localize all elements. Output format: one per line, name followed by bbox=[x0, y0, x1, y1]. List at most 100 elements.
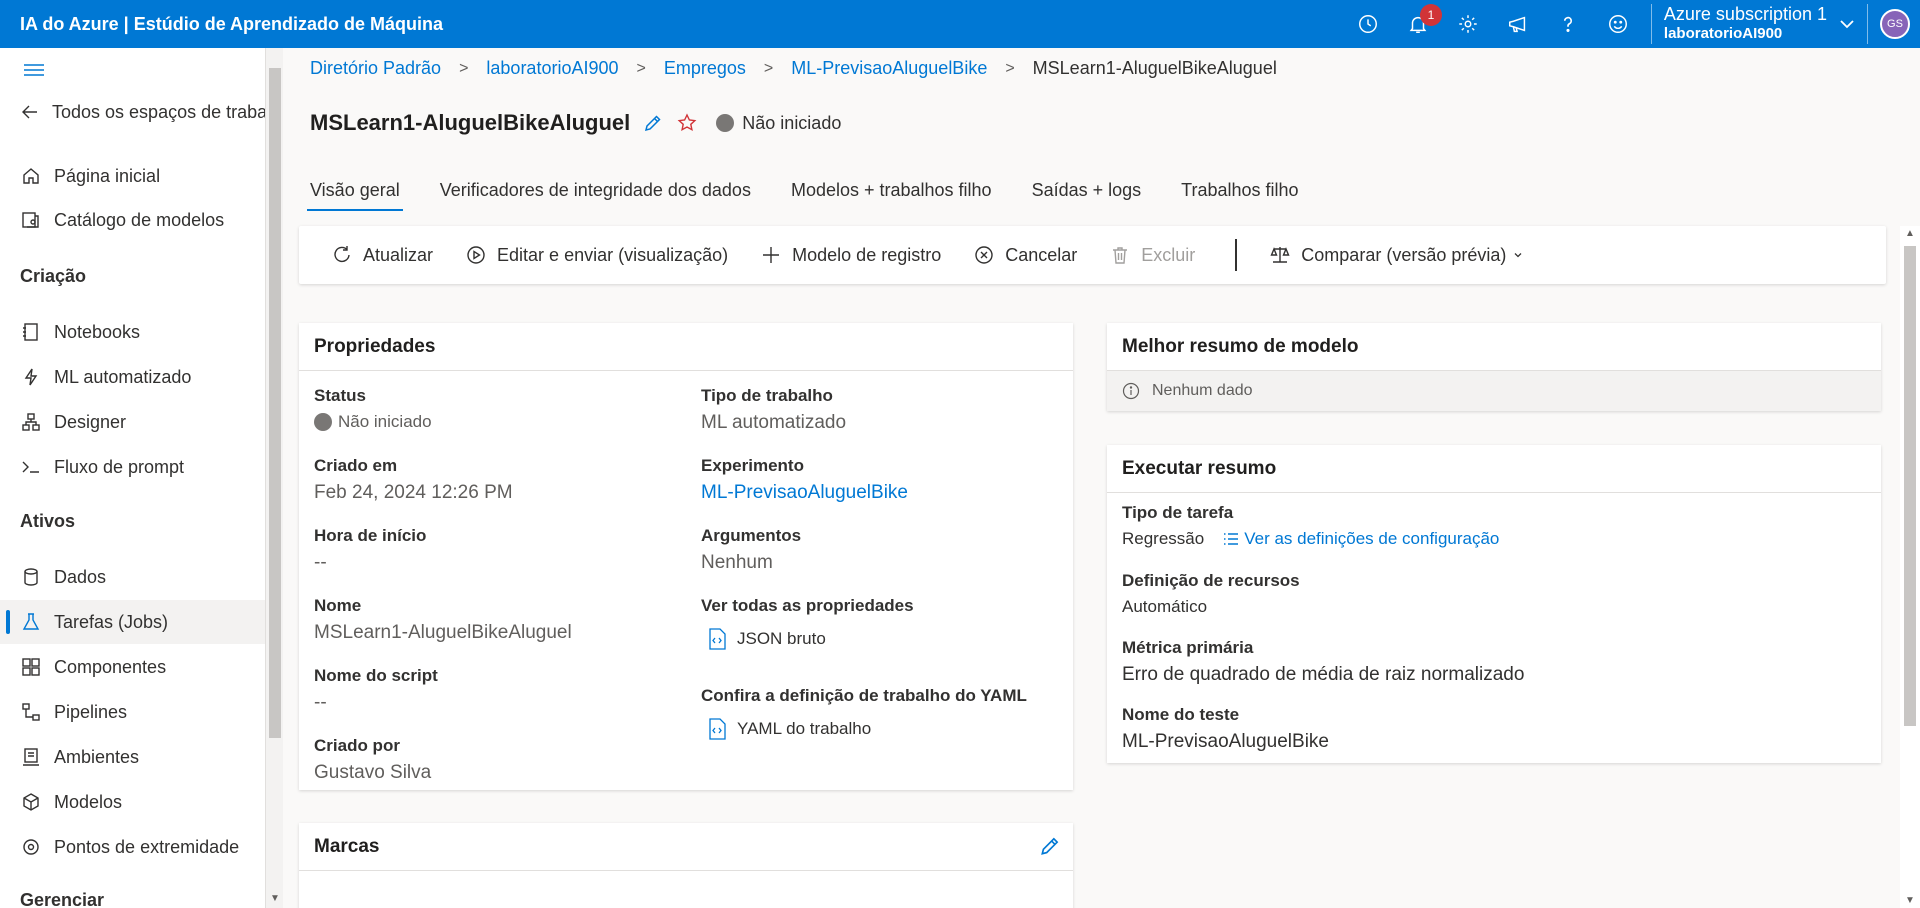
sidebar-item-catalog[interactable]: Catálogo de modelos bbox=[0, 198, 265, 242]
chevron-down-icon bbox=[1512, 245, 1524, 266]
sidebar-item-label: Ambientes bbox=[54, 746, 140, 767]
prop-value: ML-PrevisaoAluguelBike bbox=[1122, 731, 1329, 752]
sidebar-scroll-thumb[interactable] bbox=[269, 68, 281, 738]
prop-script: Nome do script -- bbox=[314, 666, 438, 714]
edit-pencil-icon[interactable] bbox=[642, 112, 664, 134]
properties-card: Propriedades Status Não iniciado Criado … bbox=[299, 323, 1073, 790]
prop-label: Tipo de tarefa bbox=[1122, 503, 1234, 522]
sidebar-item-jobs[interactable]: Tarefas (Jobs) bbox=[0, 600, 265, 644]
breadcrumb-item[interactable]: laboratorioAI900 bbox=[486, 58, 618, 79]
prop-start-time: Hora de início -- bbox=[314, 526, 426, 574]
status-badge: Não iniciado bbox=[742, 112, 842, 133]
app-title[interactable]: IA do Azure | Estúdio de Aprendizado de … bbox=[0, 14, 443, 35]
yaml-link[interactable]: YAML do trabalho bbox=[701, 718, 1027, 740]
prop-label: Experimento bbox=[701, 456, 804, 475]
delete-label: Excluir bbox=[1141, 244, 1196, 265]
cancel-label: Cancelar bbox=[1005, 244, 1078, 265]
register-model-button[interactable]: Modelo de registro bbox=[760, 244, 941, 266]
plus-icon bbox=[760, 244, 782, 266]
megaphone-icon[interactable] bbox=[1493, 0, 1543, 48]
back-label: Todos os espaços de trabal bbox=[52, 101, 265, 122]
scroll-down-icon[interactable]: ▼ bbox=[1905, 895, 1915, 906]
sidebar-item-label: Componentes bbox=[54, 656, 167, 677]
breadcrumb-item[interactable]: ML-PrevisaoAluguelBike bbox=[791, 58, 987, 79]
main-scrollbar[interactable]: ▲ ▼ bbox=[1900, 226, 1920, 908]
prop-label: Tipo de trabalho bbox=[701, 386, 833, 405]
chevron-down-icon[interactable] bbox=[1827, 0, 1867, 48]
sidebar-item-componentes[interactable]: Componentes bbox=[0, 645, 265, 689]
sidebar-item-ambientes[interactable]: Ambientes bbox=[0, 735, 265, 779]
sidebar-item-label: Dados bbox=[54, 566, 107, 587]
account-info[interactable]: Azure subscription 1 laboratorioAI900 bbox=[1664, 4, 1827, 44]
avatar[interactable]: GS bbox=[1880, 9, 1910, 39]
prop-label: Confira a definição de trabalho do YAML bbox=[701, 686, 1027, 705]
pipeline-icon bbox=[20, 701, 42, 723]
tab-data-guardrails[interactable]: Verificadores de integridade dos dados bbox=[437, 180, 754, 211]
sidebar-item-notebooks[interactable]: Notebooks bbox=[0, 310, 265, 354]
prop-all-properties: Ver todas as propriedades JSON bruto bbox=[701, 596, 914, 650]
help-icon[interactable] bbox=[1543, 0, 1593, 48]
experiment-link[interactable]: ML-PrevisaoAluguelBike bbox=[701, 482, 908, 504]
scroll-up-icon[interactable]: ▲ bbox=[1905, 228, 1915, 239]
sidebar-item-modelos[interactable]: Modelos bbox=[0, 780, 265, 824]
lightning-icon bbox=[20, 366, 42, 388]
prop-value: Nenhum bbox=[701, 552, 773, 573]
main-scroll-thumb[interactable] bbox=[1904, 246, 1916, 726]
breadcrumb-current: MSLearn1-AluguelBikeAluguel bbox=[1032, 58, 1277, 78]
back-to-workspaces[interactable]: Todos os espaços de trabal bbox=[0, 90, 265, 134]
smiley-icon[interactable] bbox=[1593, 0, 1643, 48]
sidebar-item-dados[interactable]: Dados bbox=[0, 555, 265, 599]
hamburger-menu-icon[interactable] bbox=[22, 60, 46, 80]
prop-label: Nome bbox=[314, 596, 362, 615]
star-icon[interactable] bbox=[676, 112, 698, 134]
breadcrumb-item[interactable]: Diretório Padrão bbox=[310, 58, 441, 79]
tab-overview[interactable]: Visão geral bbox=[307, 180, 403, 211]
no-data-message: Nenhum dado bbox=[1107, 371, 1881, 411]
gear-icon[interactable] bbox=[1443, 0, 1493, 48]
prop-value: Automático bbox=[1122, 597, 1208, 616]
history-icon[interactable] bbox=[1343, 0, 1393, 48]
prop-value: Feb 24, 2024 12:26 PM bbox=[314, 482, 513, 503]
prop-job-type: Tipo de trabalho ML automatizado bbox=[701, 386, 846, 434]
sidebar-item-prompt-flow[interactable]: Fluxo de prompt bbox=[0, 445, 265, 489]
sidebar-scrollbar[interactable]: ▼ bbox=[265, 48, 283, 908]
sidebar-item-pipelines[interactable]: Pipelines bbox=[0, 690, 265, 734]
catalog-icon bbox=[20, 209, 42, 231]
sidebar-item-home[interactable]: Página inicial bbox=[0, 154, 265, 198]
compare-button[interactable]: Comparar (versão prévia) bbox=[1269, 244, 1524, 266]
edit-pencil-icon[interactable] bbox=[1039, 835, 1061, 862]
raw-json-link[interactable]: JSON bruto bbox=[701, 628, 914, 650]
command-bar: Atualizar Editar e enviar (visualização)… bbox=[299, 226, 1886, 284]
scale-icon bbox=[1269, 244, 1291, 266]
top-bar: IA do Azure | Estúdio de Aprendizado de … bbox=[0, 0, 1920, 48]
tags-title-label: Marcas bbox=[314, 835, 380, 857]
info-icon bbox=[1122, 382, 1140, 400]
refresh-icon bbox=[331, 244, 353, 266]
bell-icon[interactable]: 1 bbox=[1393, 0, 1443, 48]
chevron-right-icon: > bbox=[763, 59, 774, 77]
sidebar-item-designer[interactable]: Designer bbox=[0, 400, 265, 444]
prop-label: Criado em bbox=[314, 456, 398, 475]
scroll-down-icon[interactable]: ▼ bbox=[270, 893, 280, 904]
edit-submit-button[interactable]: Editar e enviar (visualização) bbox=[465, 244, 728, 266]
breadcrumb-item[interactable]: Empregos bbox=[664, 58, 746, 79]
code-file-icon bbox=[709, 628, 726, 650]
delete-button[interactable]: Excluir bbox=[1109, 244, 1195, 266]
sidebar-item-automl[interactable]: ML automatizado bbox=[0, 355, 265, 399]
sidebar-item-endpoints[interactable]: Pontos de extremidade bbox=[0, 825, 265, 869]
sidebar: Todos os espaços de trabal Página inicia… bbox=[0, 48, 265, 908]
cancel-button[interactable]: Cancelar bbox=[973, 244, 1077, 266]
prop-label: Hora de início bbox=[314, 526, 427, 545]
refresh-button[interactable]: Atualizar bbox=[331, 244, 433, 266]
tab-child-jobs[interactable]: Trabalhos filho bbox=[1178, 180, 1301, 211]
notification-badge: 1 bbox=[1419, 4, 1442, 26]
prop-value: ML automatizado bbox=[701, 412, 847, 433]
trash-icon bbox=[1109, 244, 1131, 266]
tab-outputs-logs[interactable]: Saídas + logs bbox=[1029, 180, 1145, 211]
config-settings-link[interactable]: Ver as definições de configuração bbox=[1222, 529, 1499, 549]
tab-models-child-jobs[interactable]: Modelos + trabalhos filho bbox=[788, 180, 995, 211]
prop-experiment: Experimento ML-PrevisaoAluguelBike bbox=[701, 456, 908, 504]
sidebar-item-label: Catálogo de modelos bbox=[54, 209, 225, 230]
section-heading-criacao: Criação bbox=[20, 266, 87, 286]
chevron-right-icon: > bbox=[636, 59, 646, 77]
